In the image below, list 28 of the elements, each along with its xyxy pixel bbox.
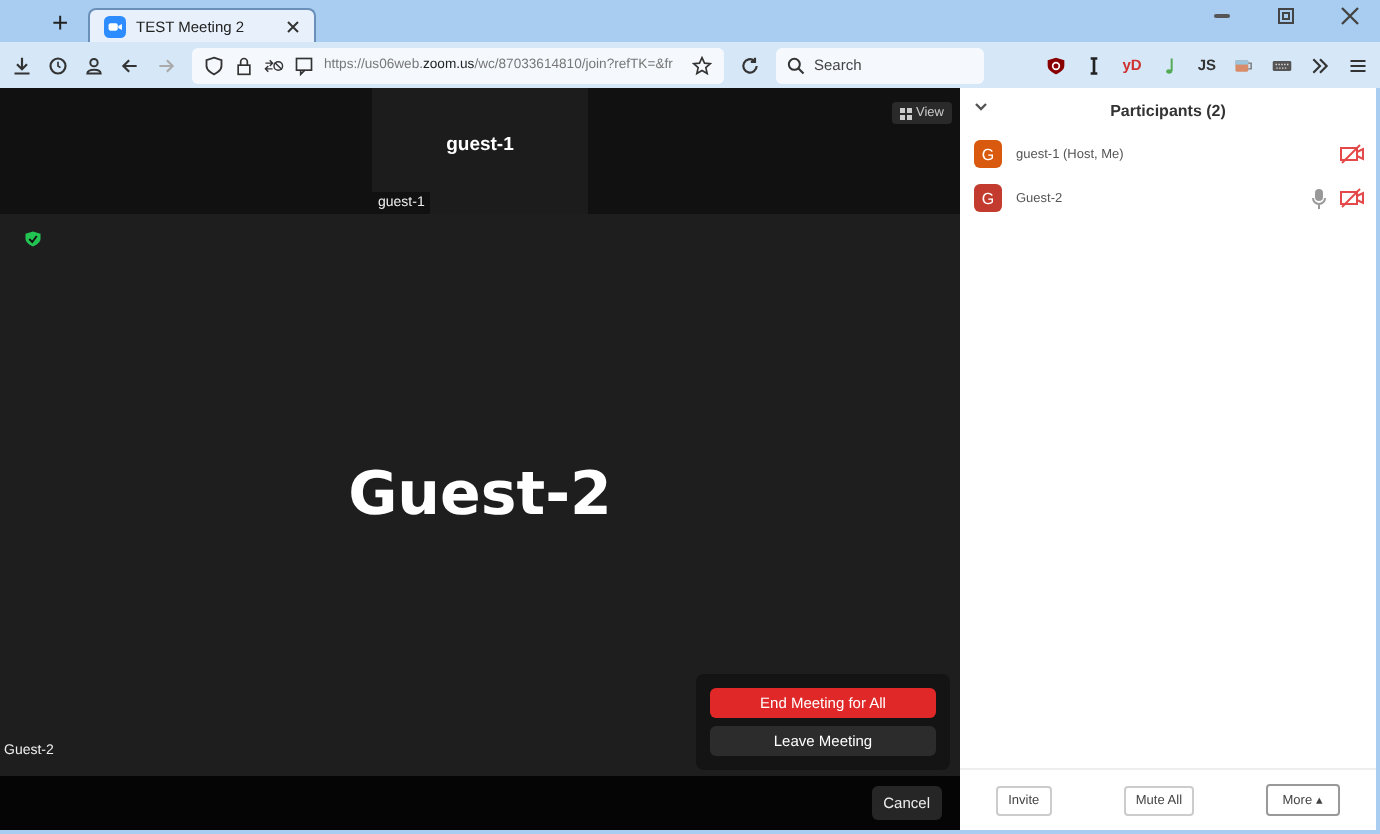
chevrons-icon[interactable] — [1310, 55, 1330, 75]
new-tab-button[interactable]: + — [52, 4, 72, 40]
reload-icon[interactable] — [740, 55, 760, 75]
avatar: G — [974, 140, 1002, 168]
shield-icon[interactable] — [1046, 55, 1067, 75]
shield-icon — [204, 55, 224, 75]
clock-icon[interactable] — [48, 55, 68, 75]
download-icon[interactable] — [12, 55, 32, 75]
grid-icon — [900, 107, 913, 119]
participant-name: Guest-2 — [348, 460, 612, 530]
account-icon[interactable] — [84, 55, 104, 75]
keyboard-icon[interactable] — [1272, 55, 1292, 75]
maximize-icon[interactable] — [1276, 6, 1296, 26]
back-arrow-icon[interactable] — [120, 55, 140, 75]
chat-icon — [294, 55, 314, 75]
shield-check-icon — [24, 230, 42, 248]
chevron-down-icon[interactable] — [974, 102, 988, 112]
permissions-icon — [264, 55, 284, 75]
close-icon[interactable] — [1340, 6, 1360, 26]
search-icon — [786, 55, 806, 75]
video-camera-icon — [104, 15, 126, 37]
avatar: G — [974, 184, 1002, 212]
menu-icon[interactable] — [1348, 55, 1368, 75]
star-icon[interactable] — [692, 55, 712, 75]
close-icon[interactable] — [286, 19, 300, 33]
panel-title: Participants (2) — [1110, 101, 1226, 119]
participant-name: guest-1 — [446, 134, 514, 156]
lock-icon — [234, 55, 254, 75]
